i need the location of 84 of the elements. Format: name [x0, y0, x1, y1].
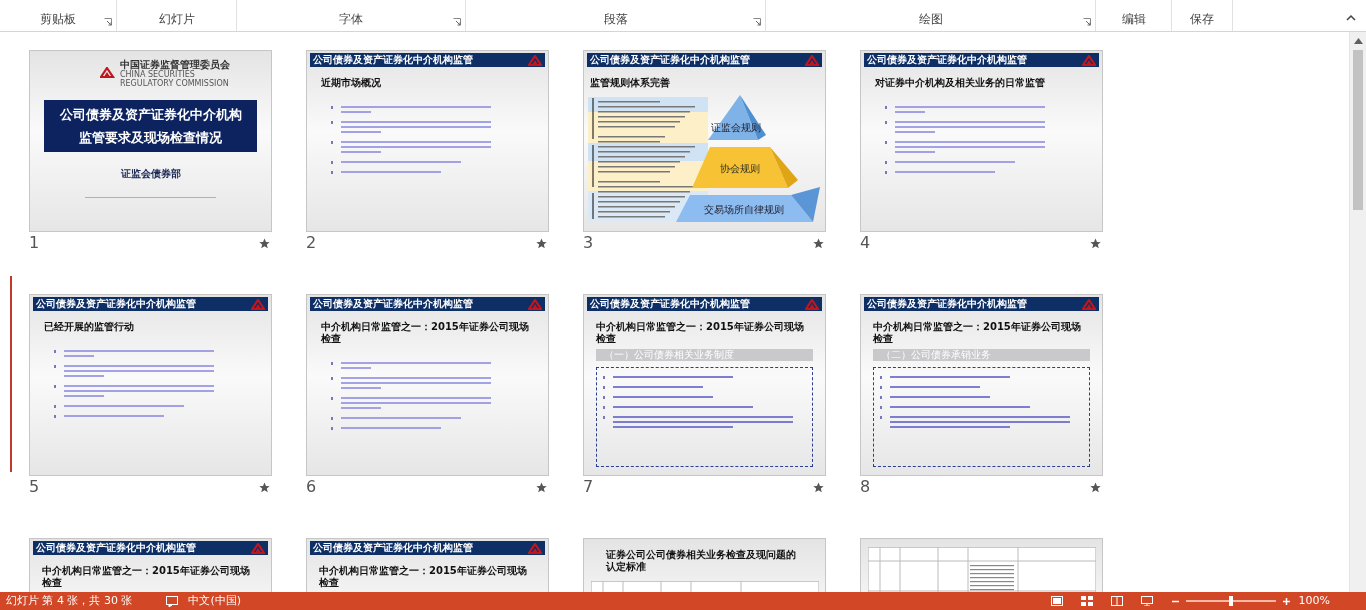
slide-thumbnail[interactable]: 公司债券及资产证券化中介机构监管 中介机构日常监管之一：2015年证券公司现场检查	[306, 294, 549, 476]
header-title: 公司债券及资产证券化中介机构监管	[36, 543, 196, 553]
dialog-launcher-icon[interactable]	[1083, 18, 1091, 26]
language-text[interactable]: 中文(中国)	[188, 592, 242, 610]
slide-number: 1	[29, 232, 40, 254]
group-label: 绘图	[918, 12, 943, 26]
slide-number: 6	[306, 476, 317, 498]
slide-heading: 中介机构日常监管之一：2015年证券公司现场检查	[321, 321, 530, 345]
slide-heading: 近期市场概况	[321, 77, 382, 89]
slide-number: 4	[860, 232, 871, 254]
pyramid-diagram: 证监会规则 协会规则 交易场所自律规则	[588, 95, 822, 223]
star-icon[interactable]	[536, 237, 547, 249]
header-title: 公司债券及资产证券化中介机构监管	[590, 55, 750, 65]
header-title: 公司债券及资产证券化中介机构监管	[313, 543, 473, 553]
slide-heading: 已经开展的监管行动	[44, 321, 135, 333]
slide-count-text: 幻灯片 第 4 张，共 30 张	[6, 592, 133, 609]
header-title: 公司债券及资产证券化中介机构监管	[590, 299, 750, 309]
slide-thumbnail[interactable]: 公司债券及资产证券化中介机构监管 近期市场概况	[306, 50, 549, 232]
slideshow-icon[interactable]	[1140, 596, 1153, 606]
notes-icon[interactable]	[166, 595, 179, 607]
header-title: 公司债券及资产证券化中介机构监管	[313, 55, 473, 65]
slide-heading: 监管规则体系完善	[590, 77, 671, 89]
star-icon[interactable]	[259, 237, 270, 249]
slide-thumbnail[interactable]: 公司债券及资产证券化中介机构监管 监管规则体系完善 证监会规则 协会规则 交易场所自律规则	[583, 50, 826, 232]
group-label: 剪贴板	[40, 12, 76, 26]
star-icon[interactable]	[1090, 237, 1101, 249]
emblem-icon	[528, 542, 542, 554]
slide-thumbnail[interactable]: 公司债券及资产证券化中介机构监管 中介机构日常监管之一：2015年证券公司现场检查	[306, 538, 549, 592]
slide-thumbnail[interactable]: 证券公司公司债券相关业务检查及现问题的认定标准	[583, 538, 826, 592]
slide-heading: 中介机构日常监管之一：2015年证券公司现场检查	[319, 565, 528, 589]
vertical-scrollbar[interactable]	[1349, 32, 1366, 592]
group-label: 幻灯片	[158, 12, 195, 26]
slide-heading: 中介机构日常监管之一：2015年证券公司现场检查	[596, 321, 805, 345]
zoom-slider-thumb[interactable]	[1228, 596, 1233, 606]
collapse-ribbon-icon[interactable]	[1346, 14, 1356, 21]
slide-heading: 中介机构日常监管之一：2015年证券公司现场检查	[873, 321, 1082, 345]
group-label: 段落	[603, 12, 628, 26]
slide-number: 3	[583, 232, 594, 254]
slide-number: 8	[860, 476, 871, 498]
slide-subtitle: 证监会债券部	[119, 167, 182, 181]
slide-thumbnail[interactable]: 中国证券监督管理委员会 CHINA SECURITIES REGULATORY COMMISSION 公司债券及资产证券化中介机构监管要求及现场检查情况 证监会债券部	[29, 50, 272, 232]
header-title: 公司债券及资产证券化中介机构监管	[867, 55, 1027, 65]
header-title: 公司债券及资产证券化中介机构监管	[867, 299, 1027, 309]
group-label: 字体	[339, 12, 363, 26]
emblem-icon	[805, 298, 819, 310]
reading-view-icon[interactable]	[1110, 596, 1123, 606]
emblem-icon	[528, 54, 542, 66]
slide-heading: 对证券中介机构及相关业务的日常监管	[875, 77, 1046, 89]
slide-thumbnail[interactable]: 公司债券及资产证券化中介机构监管 对证券中介机构及相关业务的日常监管	[860, 50, 1103, 232]
title-banner: 公司债券及资产证券化中介机构监管要求及现场检查情况	[44, 100, 257, 152]
emblem-icon	[805, 54, 819, 66]
header-title: 公司债券及资产证券化中介机构监管	[36, 299, 196, 309]
star-icon[interactable]	[813, 481, 824, 493]
logo-name: 中国证券监督管理委员会	[120, 59, 231, 70]
scrollbar-thumb[interactable]	[1353, 50, 1363, 210]
slide-number: 7	[583, 476, 594, 498]
group-label: 编辑	[1121, 12, 1146, 26]
star-icon[interactable]	[259, 481, 270, 493]
star-icon[interactable]	[1090, 481, 1101, 493]
emblem-icon	[1082, 298, 1096, 310]
slide-number: 5	[29, 476, 40, 498]
logo-subtitle: CHINA SECURITIES REGULATORY COMMISSION	[120, 70, 230, 88]
slide-sorter-icon[interactable]	[1080, 596, 1093, 606]
slide-heading: 中介机构日常监管之一：2015年证券公司现场检查	[42, 565, 251, 589]
zoom-level[interactable]: 100%	[1298, 592, 1330, 610]
emblem-icon	[1082, 54, 1096, 66]
slide-thumbnail[interactable]: 公司债券及资产证券化中介机构监管 中介机构日常监管之一：2015年证券公司现场检查	[29, 538, 272, 592]
star-icon[interactable]	[813, 237, 824, 249]
emblem-icon	[100, 66, 116, 81]
emblem-icon	[251, 542, 265, 554]
scroll-up-icon[interactable]	[1354, 38, 1363, 44]
emblem-icon	[528, 298, 542, 310]
slide-thumbnail[interactable]: 公司债券及资产证券化中介机构监管 已经开展的监管行动	[29, 294, 272, 476]
dialog-launcher-icon[interactable]	[753, 18, 761, 26]
star-icon[interactable]	[536, 481, 547, 493]
zoom-in-icon[interactable]	[1281, 596, 1291, 606]
header-title: 公司债券及资产证券化中介机构监管	[313, 299, 473, 309]
slide-heading: 证券公司公司债券相关业务检查及现问题的认定标准	[606, 549, 797, 573]
dialog-launcher-icon[interactable]	[453, 18, 461, 26]
emblem-icon	[251, 298, 265, 310]
normal-view-icon[interactable]	[1050, 596, 1063, 606]
slide-number: 2	[306, 232, 317, 254]
group-label: 保存	[1190, 12, 1214, 26]
dialog-launcher-icon[interactable]	[104, 18, 112, 26]
